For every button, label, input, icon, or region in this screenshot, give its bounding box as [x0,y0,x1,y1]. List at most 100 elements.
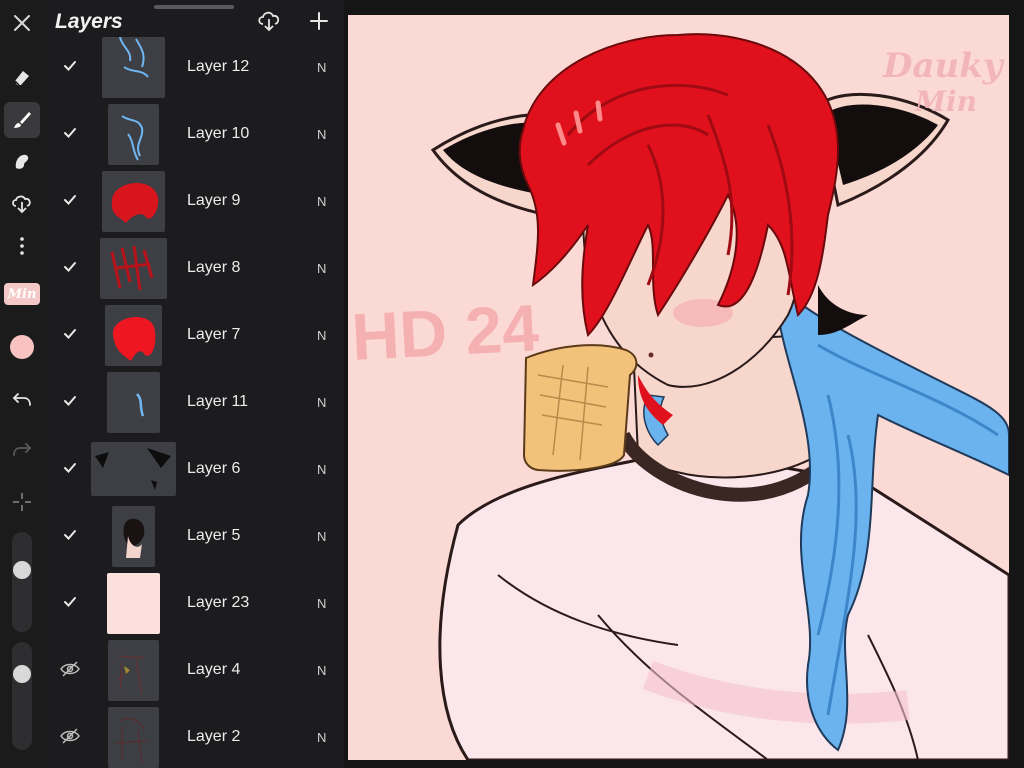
visibility-checkbox[interactable] [58,592,82,616]
visibility-checkbox[interactable] [58,257,82,281]
layer-row[interactable]: Layer 23 N [44,570,344,637]
layer-name: Layer 23 [187,594,250,611]
layer-name: Layer 9 [187,192,241,209]
redo-button[interactable] [4,432,40,468]
layer-row[interactable]: Layer 7 N [44,302,344,369]
check-icon [63,528,77,546]
eye-slash-icon [59,727,81,749]
layer-row[interactable]: Layer 8 N [44,235,344,302]
undo-button[interactable] [4,382,40,418]
brush-tool-button[interactable] [4,102,40,138]
layer-thumbnail [91,442,176,496]
plus-icon [309,11,329,36]
layer-row[interactable]: Layer 12 N [44,34,344,101]
layer-name: Layer 10 [187,125,250,142]
color-swatch-button[interactable] [10,335,34,359]
blend-mode-button[interactable]: N [317,127,326,142]
layer-thumbnail [105,305,162,366]
blend-mode-button[interactable]: N [317,60,326,75]
blend-mode-button[interactable]: N [317,529,326,544]
blend-mode-button[interactable]: N [317,261,326,276]
check-icon [63,260,77,278]
import-button[interactable] [4,185,40,221]
layer-thumbnail [108,104,159,165]
brush-preview-button[interactable]: Min [4,283,40,305]
visibility-checkbox[interactable] [58,391,82,415]
blend-mode-button[interactable]: N [317,730,326,745]
check-icon [63,59,77,77]
import-icon [10,192,34,214]
more-icon [19,236,25,256]
visibility-checkbox[interactable] [58,458,82,482]
panel-grabber[interactable] [154,5,234,9]
layer-name: Layer 2 [187,728,241,745]
layer-name: Layer 6 [187,460,241,477]
transform-icon [11,491,33,513]
artwork: HD 24 Dauky Min [348,15,1009,760]
layer-thumbnail [100,238,167,299]
left-toolbar: Min [0,0,44,768]
layer-thumbnail [102,37,165,98]
opacity-knob[interactable] [13,665,31,683]
layer-thumbnail [107,372,160,433]
visibility-checkbox[interactable] [58,324,82,348]
layer-thumbnail [107,573,160,634]
visibility-toggle[interactable] [58,659,82,683]
layer-row[interactable]: Layer 5 N [44,503,344,570]
layer-row[interactable]: Layer 10 N [44,101,344,168]
blend-mode-button[interactable]: N [317,596,326,611]
check-icon [63,126,77,144]
brush-size-knob[interactable] [13,561,31,579]
layers-panel: Layers Layer 12 N Layer 10 N Layer 9 N L… [44,0,344,768]
blend-mode-button[interactable]: N [317,328,326,343]
smudge-tool-button[interactable] [4,143,40,179]
blend-mode-button[interactable]: N [317,194,326,209]
watermark-text: HD 24 [350,290,541,374]
eraser-icon [11,66,33,88]
add-layer-button[interactable] [305,9,333,37]
close-icon [12,13,32,33]
blend-mode-button[interactable]: N [317,462,326,477]
close-button[interactable] [4,5,40,41]
visibility-checkbox[interactable] [58,525,82,549]
svg-text:Dauky: Dauky [882,46,1005,86]
visibility-checkbox[interactable] [58,123,82,147]
drawing-canvas[interactable]: HD 24 Dauky Min [348,15,1009,760]
check-icon [63,595,77,613]
more-options-button[interactable] [4,228,40,264]
opacity-slider[interactable] [12,642,32,750]
layer-thumbnail [108,640,159,701]
layer-name: Layer 7 [187,326,241,343]
layer-name: Layer 4 [187,661,241,678]
undo-icon [11,390,33,410]
layer-name: Layer 11 [187,393,249,410]
check-icon [63,461,77,479]
layer-row[interactable]: Layer 6 N [44,436,344,503]
blend-mode-button[interactable]: N [317,663,326,678]
visibility-toggle[interactable] [58,726,82,750]
layer-row[interactable]: Layer 4 N [44,637,344,704]
procreate-app: Min Layers Layer 12 N Layer 10 N Layer 9… [0,0,1024,768]
eraser-tool-button[interactable] [4,59,40,95]
visibility-checkbox[interactable] [58,190,82,214]
layer-row[interactable]: Layer 11 N [44,369,344,436]
layer-thumbnail [108,707,159,768]
import-layer-button[interactable] [255,9,283,37]
layer-row[interactable]: Layer 2 N [44,704,344,768]
layer-thumbnail [102,171,165,232]
panel-title: Layers [55,10,123,33]
smudge-icon [11,150,33,172]
eye-slash-icon [59,660,81,682]
blend-mode-button[interactable]: N [317,395,326,410]
layer-name: Layer 5 [187,527,241,544]
transform-button[interactable] [4,484,40,520]
brush-size-slider[interactable] [12,532,32,632]
layer-row[interactable]: Layer 9 N [44,168,344,235]
layer-name: Layer 8 [187,259,241,276]
check-icon [63,193,77,211]
svg-text:Min: Min [914,85,977,118]
layer-name: Layer 12 [187,58,250,75]
check-icon [63,394,77,412]
visibility-checkbox[interactable] [58,56,82,80]
brush-icon [11,109,33,131]
